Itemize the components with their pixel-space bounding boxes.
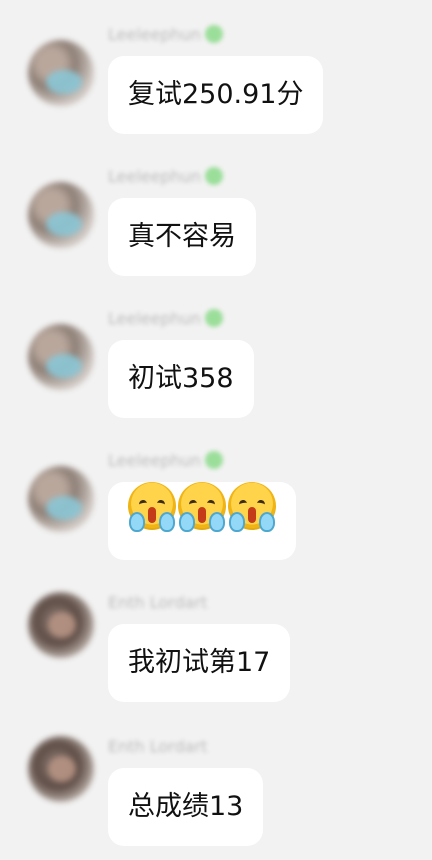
mouth-icon (198, 507, 206, 523)
message-bubble[interactable]: 真不容易 (108, 198, 256, 276)
avatar[interactable] (28, 736, 94, 802)
message-text: 初试358 (128, 363, 234, 394)
chat-view: Leeleephun 复试250.91分 Leeleephun 真不容易 Lee… (0, 0, 432, 860)
avatar[interactable] (28, 40, 94, 106)
avatar[interactable] (28, 182, 94, 248)
message-bubble[interactable]: 初试358 (108, 340, 254, 418)
avatar[interactable] (28, 466, 94, 532)
tear-icon (229, 512, 245, 532)
sender-name: Leeleephun (108, 166, 224, 188)
avatar[interactable] (28, 324, 94, 390)
emoji-row (108, 482, 296, 532)
mouth-icon (148, 507, 156, 523)
avatar[interactable] (28, 592, 94, 658)
message-text: 真不容易 (128, 221, 236, 252)
message-text: 总成绩13 (128, 791, 244, 822)
crying-face-icon (178, 482, 226, 532)
sender-name: Leeleephun (108, 24, 224, 46)
status-icon (205, 25, 224, 43)
tear-icon (159, 512, 175, 532)
sender-name: Leeleephun (108, 450, 224, 472)
sender-name: Enth Lordart (108, 737, 208, 756)
mouth-icon (248, 507, 256, 523)
message-text: 复试250.91分 (128, 79, 304, 110)
status-icon (205, 451, 224, 469)
message-bubble[interactable]: 我初试第17 (108, 624, 291, 702)
status-icon (205, 167, 224, 185)
crying-face-icon (228, 482, 276, 532)
tear-icon (179, 512, 195, 532)
tear-icon (129, 512, 145, 532)
message-text: 我初试第17 (128, 647, 271, 678)
tear-icon (209, 512, 225, 532)
message-bubble[interactable]: 复试250.91分 (108, 56, 324, 134)
message-bubble[interactable]: 总成绩13 (108, 768, 264, 846)
tear-icon (259, 512, 275, 532)
emoji-message-bubble[interactable] (108, 482, 296, 560)
sender-name: Leeleephun (108, 308, 224, 330)
status-icon (205, 309, 224, 327)
crying-face-icon (128, 482, 176, 532)
sender-name: Enth Lordart (108, 593, 208, 612)
